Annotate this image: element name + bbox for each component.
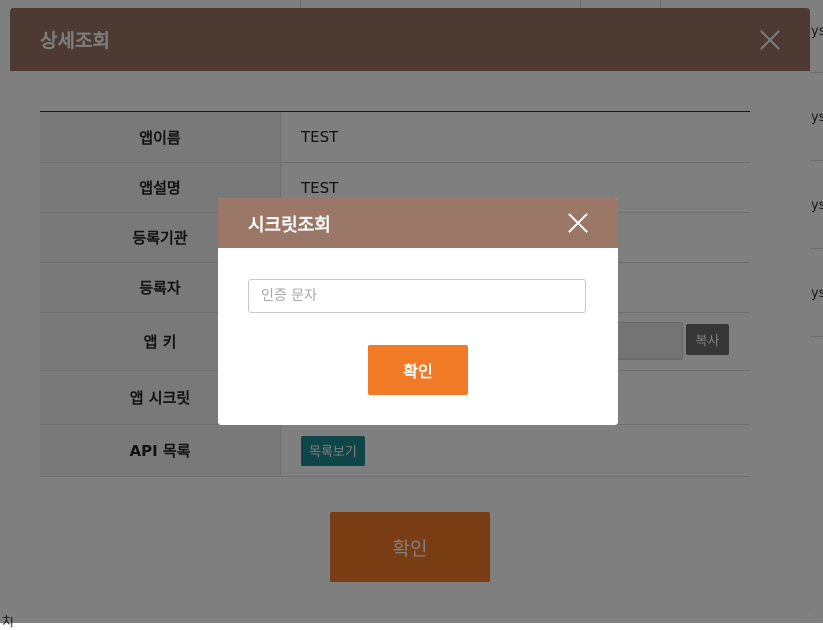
secret-modal-header: 시크릿조회 (218, 198, 618, 248)
secret-modal: 시크릿조회 확인 (218, 198, 618, 425)
close-icon[interactable] (568, 213, 588, 233)
auth-code-input[interactable] (248, 279, 586, 313)
secret-confirm-button[interactable]: 확인 (368, 345, 468, 395)
secret-modal-title: 시크릿조회 (248, 215, 331, 236)
